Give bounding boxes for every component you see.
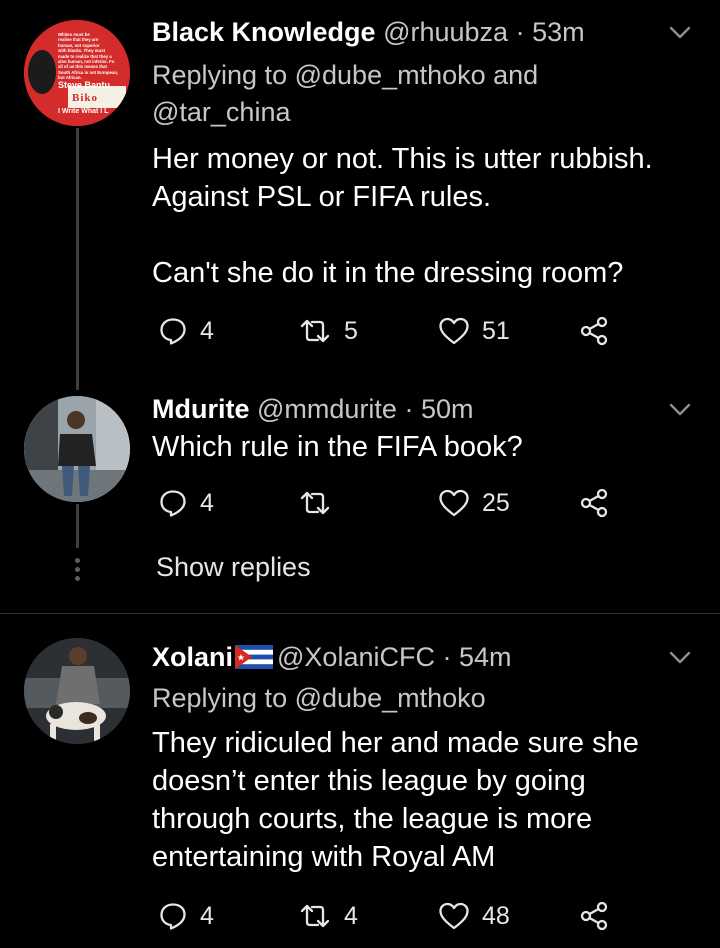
- chevron-down-icon[interactable]: [666, 18, 694, 46]
- replying-to-label: Replying to: [152, 60, 288, 90]
- author-name[interactable]: Black Knowledge: [152, 17, 376, 47]
- retweet-icon: [300, 904, 330, 928]
- separator: ·: [515, 17, 525, 47]
- reply-count: 4: [200, 488, 214, 517]
- avatar-author: Steve Bantu: [58, 80, 111, 90]
- action-bar: 4 4 48: [152, 896, 622, 936]
- reply-button[interactable]: 4: [158, 311, 214, 351]
- replying-to: Replying to @dube_mthoko and: [152, 57, 538, 93]
- heart-icon: [439, 902, 469, 930]
- share-button[interactable]: [578, 896, 610, 936]
- tweet-header: Xolani @XolaniCFC · 54m: [152, 640, 512, 674]
- author-name[interactable]: Mdurite: [152, 394, 250, 424]
- heart-icon: [439, 317, 469, 345]
- tweet-header: Black Knowledge @rhuubza · 53m: [152, 15, 585, 49]
- show-replies-link[interactable]: Show replies: [156, 552, 311, 583]
- mention-link[interactable]: @tar_china: [152, 97, 290, 127]
- replying-to-label: Replying to: [152, 683, 288, 713]
- like-button[interactable]: 48: [438, 896, 510, 936]
- mention-link[interactable]: @dube_mthoko and: [295, 60, 539, 90]
- separator: ·: [404, 394, 414, 424]
- like-count: 25: [482, 488, 510, 517]
- reply-count: 4: [200, 316, 214, 345]
- avatar[interactable]: [24, 396, 130, 502]
- reply-count: 4: [200, 901, 214, 930]
- share-button[interactable]: [578, 311, 610, 351]
- thread-line: [76, 128, 79, 390]
- retweet-count: 5: [344, 316, 358, 345]
- avatar[interactable]: Whites must be realise that they are hum…: [24, 20, 130, 126]
- action-bar: 4 25: [152, 483, 622, 523]
- heart-icon: [439, 489, 469, 517]
- avatar[interactable]: [24, 638, 130, 744]
- replying-to-line2: @tar_china: [152, 94, 290, 130]
- author-handle[interactable]: @XolaniCFC: [277, 642, 435, 672]
- person-with-dog-avatar: [24, 638, 130, 744]
- retweet-count: 4: [344, 901, 358, 930]
- tweet-1[interactable]: Whites must be realise that they are hum…: [0, 0, 720, 390]
- retweet-icon: [300, 319, 330, 343]
- tweet-text: Which rule in the FIFA book?: [152, 431, 523, 463]
- person-photo-avatar: [24, 396, 130, 502]
- thread-dots: [74, 558, 82, 585]
- retweet-button[interactable]: [298, 483, 344, 523]
- avatar-author-surname: Biko: [72, 92, 99, 104]
- timestamp[interactable]: 50m: [421, 394, 474, 424]
- share-button[interactable]: [578, 483, 610, 523]
- like-button[interactable]: 51: [438, 311, 510, 351]
- reply-button[interactable]: 4: [158, 896, 214, 936]
- replying-to: Replying to @dube_mthoko: [152, 680, 486, 716]
- reply-button[interactable]: 4: [158, 483, 214, 523]
- like-button[interactable]: 25: [438, 483, 510, 523]
- retweet-icon: [300, 491, 330, 515]
- tweet-3[interactable]: Xolani @XolaniCFC · 54m Replying to @dub…: [0, 614, 720, 948]
- avatar-book-title: I Write What I L: [58, 108, 109, 115]
- like-count: 48: [482, 901, 510, 930]
- timestamp[interactable]: 53m: [532, 17, 585, 47]
- timestamp[interactable]: 54m: [459, 642, 512, 672]
- action-bar: 4 5 51: [152, 311, 622, 351]
- author-handle[interactable]: @rhuubza: [383, 17, 508, 47]
- separator: ·: [442, 642, 452, 672]
- author-name[interactable]: Xolani: [152, 642, 233, 672]
- reply-icon: [160, 903, 186, 930]
- share-icon: [580, 316, 608, 346]
- tweet-text: Her money or not. This is utter rubbish.…: [152, 143, 653, 289]
- tweet-text: They ridiculed her and made sure she doe…: [152, 727, 639, 873]
- chevron-down-icon[interactable]: [666, 395, 694, 423]
- chevron-down-icon[interactable]: [666, 643, 694, 671]
- reply-icon: [160, 490, 186, 517]
- tweet-header: Mdurite @mmdurite · 50m: [152, 392, 474, 426]
- cuba-flag-icon: [235, 645, 274, 669]
- share-icon: [580, 488, 608, 518]
- like-count: 51: [482, 316, 510, 345]
- reply-icon: [160, 318, 186, 345]
- tweet-2[interactable]: Mdurite @mmdurite · 50m Which rule in th…: [0, 390, 720, 612]
- avatar-quote: Whites must be realise that they are hum…: [58, 32, 119, 81]
- share-icon: [580, 901, 608, 931]
- retweet-button[interactable]: 4: [298, 896, 358, 936]
- mention-link[interactable]: @dube_mthoko: [295, 683, 486, 713]
- author-handle[interactable]: @mmdurite: [257, 394, 397, 424]
- retweet-button[interactable]: 5: [298, 311, 358, 351]
- thread-line: [76, 504, 79, 548]
